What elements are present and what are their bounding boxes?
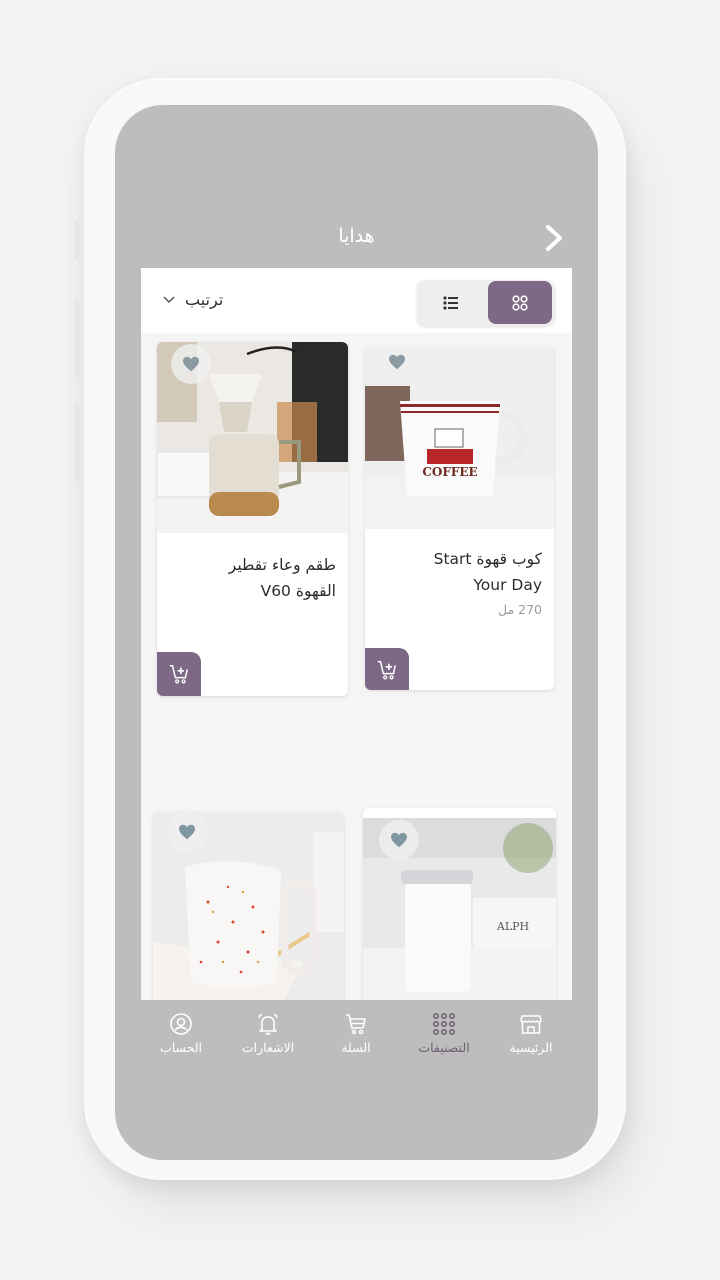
- product-image: ALPH: [363, 818, 556, 1000]
- view-mode-toggle: [417, 280, 555, 326]
- product-title: كوب قهوة Start Your Day: [433, 550, 542, 594]
- product-size: 270 مل: [498, 602, 542, 617]
- store-icon: [520, 1015, 542, 1034]
- product-card[interactable]: طقم وعاء تقطير القهوة V60: [157, 342, 348, 696]
- list-icon: [443, 295, 458, 310]
- page-title: هدايا: [338, 225, 375, 247]
- nav-label: الحساب: [159, 1040, 203, 1055]
- categories-grid-icon: [433, 1013, 455, 1035]
- nav-label: التصنيفات: [418, 1040, 470, 1055]
- product-image: [157, 342, 348, 533]
- add-to-cart-icon: [169, 665, 188, 684]
- product-title: طقم وعاء تقطير القهوة V60: [228, 556, 336, 600]
- product-panel: ترتيب طقم وعاء تقطير القهوة V60 COFFEE ك…: [141, 268, 572, 1000]
- product-card[interactable]: ALPH كوب قهوة حافظ للحرارة والبرودة 350m…: [363, 808, 556, 1000]
- phone-side-button: [75, 220, 79, 260]
- product-card[interactable]: كوب قهوة Modern Style 330 مل: [153, 812, 344, 1000]
- list-view-button[interactable]: [419, 281, 483, 324]
- svg-text:COFFEE: COFFEE: [422, 465, 477, 479]
- nav-item-cart[interactable]: السلة: [313, 1012, 399, 1055]
- bell-icon: [258, 1013, 278, 1035]
- phone-volume-down: [75, 402, 79, 482]
- svg-text:ALPH: ALPH: [496, 920, 529, 933]
- add-to-cart-button[interactable]: [157, 652, 201, 696]
- heart-icon: [391, 832, 407, 848]
- nav-item-categories[interactable]: التصنيفات: [401, 1012, 487, 1055]
- heart-icon: [389, 354, 405, 370]
- chevron-down-icon: [163, 295, 175, 303]
- product-card[interactable]: COFFEE كوب قهوة Start Your Day 270 مل: [365, 346, 554, 690]
- add-to-cart-button[interactable]: [365, 648, 409, 690]
- nav-label: الرئيسية: [509, 1040, 553, 1055]
- favorite-button[interactable]: [167, 812, 207, 852]
- grid-icon: [512, 294, 528, 311]
- nav-label: الاشعارات: [241, 1040, 295, 1055]
- nav-item-home[interactable]: الرئيسية: [488, 1012, 574, 1055]
- back-button[interactable]: [540, 223, 568, 253]
- heart-icon: [183, 356, 199, 372]
- add-to-cart-icon: [377, 661, 396, 680]
- cart-icon: [346, 1014, 366, 1035]
- favorite-button[interactable]: [171, 344, 211, 384]
- toolbar: ترتيب: [141, 268, 572, 333]
- app-screen: هدايا ترتيب طقم وعاء تقطير القهوة V60 CO…: [115, 105, 598, 1160]
- grid-view-button[interactable]: [488, 281, 552, 324]
- nav-item-notifications[interactable]: الاشعارات: [225, 1012, 311, 1055]
- heart-icon: [179, 824, 195, 840]
- product-image: [153, 812, 344, 1000]
- bottom-navigation: الحساب الاشعارات السلة التصنيفات الرئيسي…: [141, 1000, 572, 1070]
- favorite-button[interactable]: [379, 820, 419, 860]
- sort-dropdown[interactable]: ترتيب: [163, 290, 223, 309]
- chevron-right-icon: [546, 225, 562, 251]
- nav-label: السلة: [341, 1040, 371, 1055]
- product-image: COFFEE: [365, 346, 554, 529]
- phone-volume-up: [75, 298, 79, 378]
- sort-label: ترتيب: [185, 290, 224, 309]
- nav-item-account[interactable]: الحساب: [138, 1012, 224, 1055]
- user-icon: [170, 1013, 192, 1035]
